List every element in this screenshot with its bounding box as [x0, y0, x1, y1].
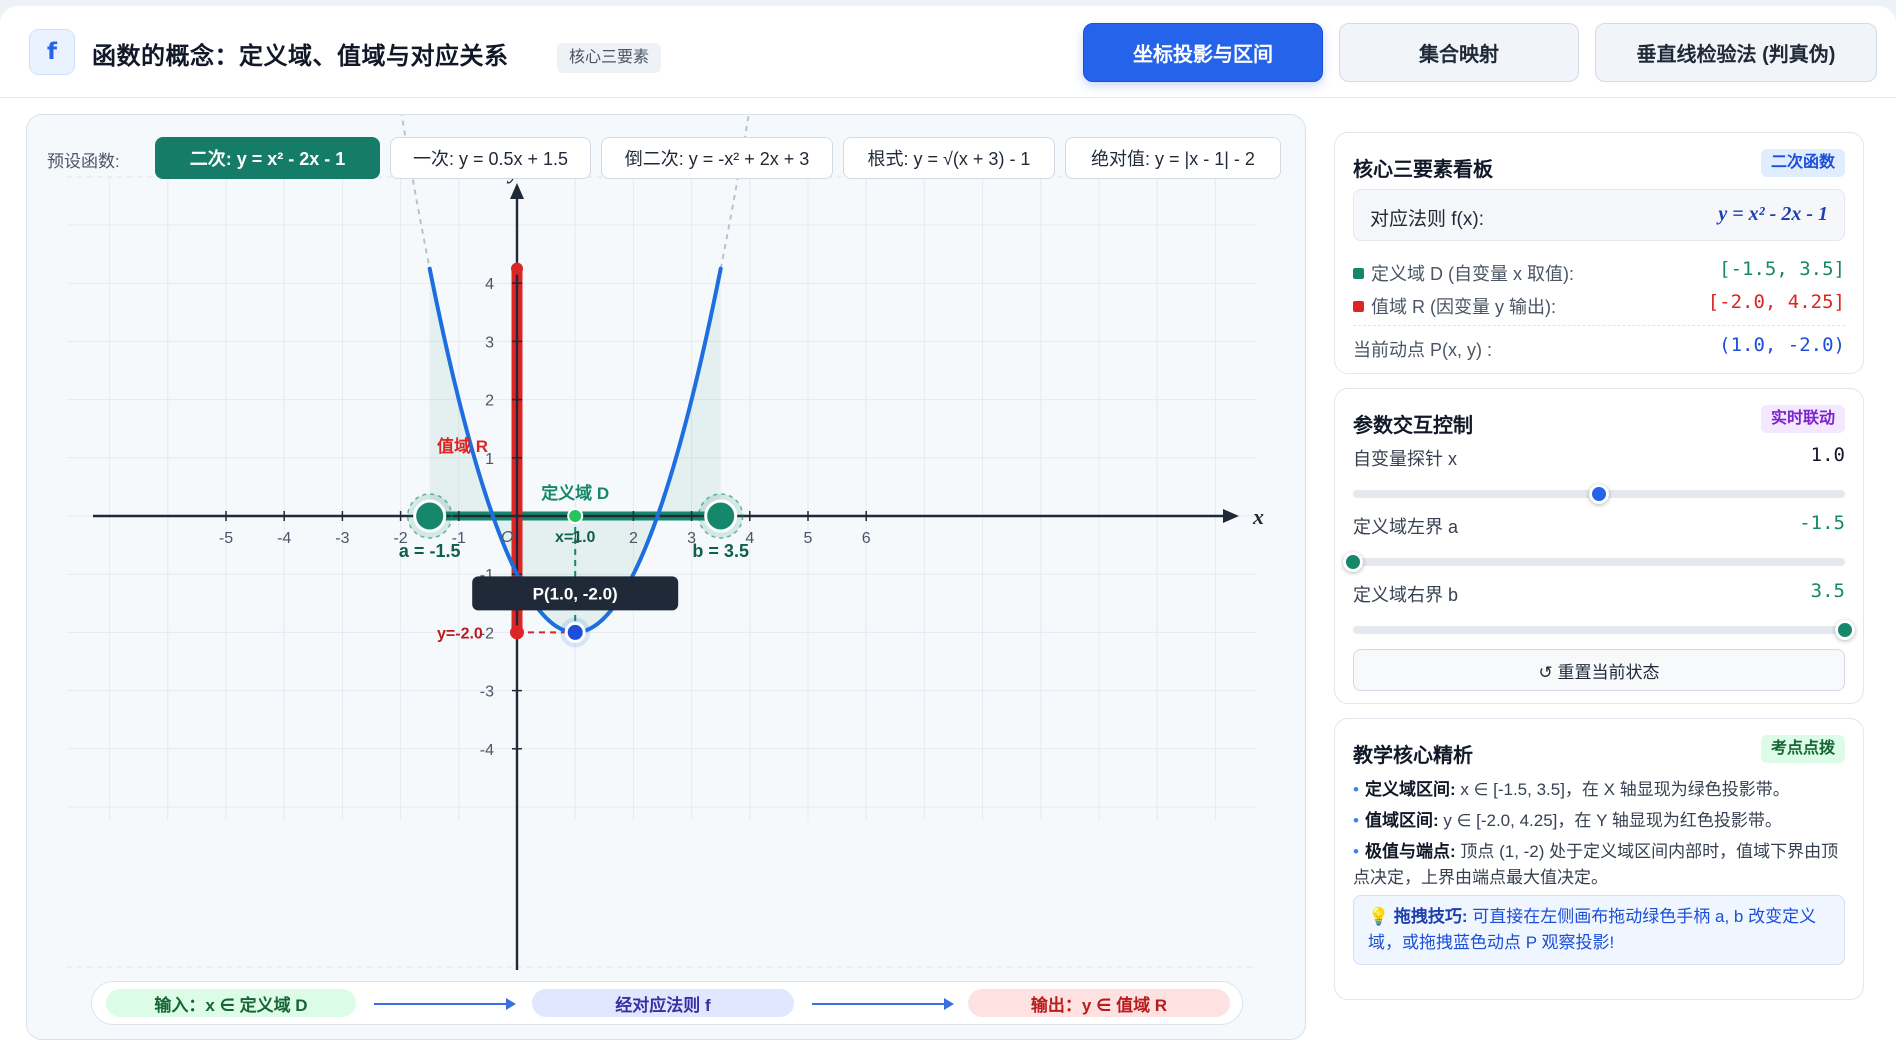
domain-legend-icon	[1353, 268, 1364, 279]
insight-item: • 定义域区间: x ∈ [-1.5, 3.5]，在 X 轴显现为绿色投影带。	[1353, 780, 1790, 799]
page-title: 函数的概念：定义域、值域与对应关系	[92, 43, 509, 70]
range-row: 值域 R (因变量 y 输出): [-2.0, 4.25]	[1353, 291, 1845, 317]
y-axis-arrow-icon	[510, 183, 524, 199]
mapping-flow-bar: 输入：x ∈ 定义域 D 经对应法则 f 输出：y ∈ 值域 R	[91, 981, 1243, 1025]
y-tick-label: -4	[480, 742, 494, 759]
elements-card: 核心三要素看板 二次函数 对应法则 f(x): y = x² - 2x - 1 …	[1334, 132, 1864, 374]
mode-button-vertical-line-test[interactable]: 垂直线检验法 (判真伪)	[1595, 23, 1877, 82]
mode-button-set-mapping[interactable]: 集合映射	[1339, 23, 1579, 82]
insights-card-title: 教学核心精析	[1353, 745, 1473, 767]
title-badge: 核心三要素	[557, 43, 662, 73]
x-axis-label: x	[1252, 504, 1264, 529]
preset-radical[interactable]: 根式: y = √(x + 3) - 1	[843, 137, 1055, 179]
a-slider-label: 定义域左界 a	[1353, 517, 1459, 537]
range-legend-icon	[1353, 301, 1364, 312]
domain-row: 定义域 D (自变量 x 取值): [-1.5, 3.5]	[1353, 258, 1845, 284]
rule-label: 对应法则 f(x):	[1370, 209, 1484, 230]
y-tick-label: 4	[485, 276, 494, 293]
reset-button[interactable]: ↺ 重置当前状态	[1353, 649, 1845, 691]
function-logo-icon: f	[29, 29, 75, 75]
app-window: f 函数的概念：定义域、值域与对应关系 核心三要素 坐标投影与区间 集合映射 垂…	[0, 6, 1896, 1052]
x-probe-label: x=1.0	[555, 529, 596, 546]
point-tooltip-text: P(1.0, -2.0)	[533, 584, 618, 603]
insight-item: • 极值与端点: 顶点 (1, -2) 处于定义域区间内部时，值域下界由顶点决定，…	[1353, 842, 1839, 887]
domain-left-handle[interactable]	[413, 499, 447, 533]
origin-label: O	[501, 529, 513, 546]
preset-linear[interactable]: 一次: y = 0.5x + 1.5	[390, 137, 591, 179]
header: f 函数的概念：定义域、值域与对应关系 核心三要素 坐标投影与区间 集合映射 垂…	[0, 6, 1896, 98]
insight-item: • 值域区间: y ∈ [-2.0, 4.25]，在 Y 轴显现为红色投影带。	[1353, 811, 1782, 830]
domain-value: [-1.5, 3.5]	[1719, 258, 1845, 280]
mode-button-projection[interactable]: 坐标投影与区间	[1083, 23, 1323, 82]
point-row-label: 当前动点 P(x, y) :	[1353, 340, 1492, 360]
flow-output-pill: 输出：y ∈ 值域 R	[968, 989, 1230, 1017]
point-row: 当前动点 P(x, y) : (1.0, -2.0)	[1353, 334, 1845, 360]
a-slider-thumb[interactable]	[1343, 552, 1363, 572]
probe-slider-label: 自变量探针 x	[1353, 449, 1458, 469]
x-tick-label: 6	[862, 530, 871, 547]
range-min-point	[510, 625, 524, 640]
controls-card-title: 参数交互控制	[1353, 415, 1473, 437]
graph-canvas-panel[interactable]: -5-4-3-2-11234564321-1-2-3-4 值域 R 定义域 D …	[26, 114, 1306, 1040]
insights-card: 教学核心精析 考点点拨 • 定义域区间: x ∈ [-1.5, 3.5]，在 X …	[1334, 718, 1864, 1000]
x-tick-label: -5	[219, 530, 233, 547]
preset-inverted-quadratic[interactable]: 倒二次: y = -x² + 2x + 3	[601, 137, 833, 179]
range-label: 值域 R	[437, 436, 488, 456]
function-type-badge: 二次函数	[1760, 149, 1845, 177]
y-tick-label: -3	[480, 684, 494, 701]
rule-value: y = x² - 2x - 1	[1718, 203, 1828, 225]
moving-point-p[interactable]	[564, 621, 586, 643]
range-value: [-2.0, 4.25]	[1707, 291, 1845, 313]
exam-tip-badge: 考点点拨	[1760, 735, 1845, 763]
domain-right-handle-label: b = 3.5	[692, 541, 749, 561]
realtime-badge: 实时联动	[1760, 405, 1845, 433]
domain-label: 定义域 D	[541, 483, 609, 503]
probe-slider[interactable]	[1353, 484, 1845, 504]
x-tick-label: -3	[335, 530, 349, 547]
probe-slider-value: 1.0	[1810, 444, 1845, 466]
y-tick-label: 3	[485, 334, 494, 351]
drag-tip-head: 💡 拖拽技巧:	[1368, 907, 1468, 926]
flow-arrow-icon	[812, 998, 954, 1010]
a-slider[interactable]	[1343, 552, 1845, 572]
domain-left-handle-label: a = -1.5	[399, 541, 461, 561]
flow-rule-pill: 经对应法则 f	[532, 989, 794, 1017]
x-probe-dot	[567, 508, 584, 524]
rule-box: 对应法则 f(x): y = x² - 2x - 1	[1353, 189, 1845, 241]
function-graph[interactable]: -5-4-3-2-11234564321-1-2-3-4 值域 R 定义域 D …	[27, 115, 1306, 1040]
range-max-point	[511, 262, 523, 275]
y-tick-label: 2	[485, 393, 494, 410]
domain-right-handle[interactable]	[704, 499, 738, 533]
b-slider[interactable]	[1353, 620, 1855, 640]
range-row-label: 值域 R (因变量 y 输出):	[1371, 297, 1556, 317]
preset-absolute[interactable]: 绝对值: y = |x - 1| - 2	[1065, 137, 1281, 179]
flow-arrow-icon	[374, 998, 516, 1010]
a-slider-value: -1.5	[1799, 512, 1845, 534]
b-slider-value: 3.5	[1810, 580, 1845, 602]
b-slider-thumb[interactable]	[1835, 620, 1855, 640]
x-axis-arrow-icon	[1223, 509, 1239, 523]
b-slider-label: 定义域右界 b	[1353, 585, 1459, 605]
point-value: (1.0, -2.0)	[1719, 334, 1845, 356]
x-tick-label: 2	[629, 530, 638, 547]
y-probe-label: y=-2.0	[437, 625, 483, 642]
probe-slider-thumb[interactable]	[1589, 484, 1609, 504]
presets-label: 预设函数:	[47, 152, 120, 171]
x-tick-label: 5	[804, 530, 813, 547]
drag-tip-box: 💡 拖拽技巧: 可直接在左侧画布拖动绿色手柄 a, b 改变定义域，或拖拽蓝色动…	[1353, 895, 1845, 965]
elements-card-title: 核心三要素看板	[1353, 159, 1493, 181]
flow-input-pill: 输入：x ∈ 定义域 D	[106, 989, 356, 1017]
controls-card: 参数交互控制 实时联动 自变量探针 x 1.0 定义域左界 a -1.5 定义域…	[1334, 388, 1864, 704]
preset-quadratic[interactable]: 二次: y = x² - 2x - 1	[155, 137, 380, 179]
domain-row-label: 定义域 D (自变量 x 取值):	[1371, 264, 1574, 284]
divider	[1353, 325, 1845, 326]
x-tick-label: -4	[277, 530, 291, 547]
